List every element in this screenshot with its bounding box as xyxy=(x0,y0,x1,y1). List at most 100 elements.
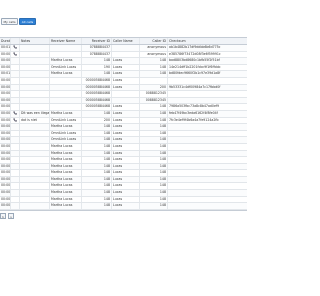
checksum-cell: 9b53331c4df00984a7c17fbbd0f xyxy=(169,84,221,89)
phone-icon xyxy=(13,51,17,56)
receiver-id-cell: 190 xyxy=(82,64,112,71)
table-row[interactable]: 00:01:02 0788884437 anonymousab1b4882b17df… xyxy=(0,45,247,52)
col-caller-name[interactable]: Caller Name xyxy=(112,38,140,44)
notes-cell xyxy=(20,45,50,51)
table-row[interactable]: 00:00:00 000005884468Lucas xyxy=(0,77,247,85)
caller-name-cell: Lucas xyxy=(112,117,140,124)
notes-cell xyxy=(20,163,50,170)
table-row[interactable]: 00:00:17 dat is nietOmniLink Lucas200Luca… xyxy=(0,117,247,125)
caller-name-cell xyxy=(112,45,140,51)
receiver-name-cell: Martha Lucas xyxy=(50,176,82,183)
col-checksum[interactable]: Checksum xyxy=(168,38,247,44)
caller-id-cell: 148 xyxy=(140,117,168,124)
type-cell xyxy=(11,130,20,137)
duration-cell: 00:00:00 xyxy=(1,91,11,97)
page-1-button[interactable]: 1 xyxy=(0,213,6,219)
table-row[interactable]: 00:00:03Martha Lucas148Lucas148 xyxy=(0,157,247,164)
table-row[interactable]: 00:00:00 000005884468 0088812345 xyxy=(0,91,247,98)
table-row[interactable]: 00:00:03Martha Lucas148Lucas148 xyxy=(0,124,247,131)
col-type[interactable] xyxy=(11,38,20,44)
caller-name-cell: Lucas xyxy=(112,77,140,84)
receiver-id-cell: 148 xyxy=(82,71,112,77)
receiver-name-cell xyxy=(50,77,82,84)
type-cell xyxy=(11,143,20,150)
checksum-cell xyxy=(168,183,247,189)
col-caller-id[interactable]: Caller ID xyxy=(140,38,168,44)
table-row[interactable]: 00:00:03OmniLink Lucas148Lucas148 xyxy=(0,137,247,144)
checksum-cell xyxy=(168,151,247,157)
type-cell xyxy=(11,45,20,51)
receiver-id-cell: 000005884468 xyxy=(82,84,112,91)
caller-id-cell: 148 xyxy=(140,196,168,203)
duration-cell: 00:00:03 xyxy=(1,157,11,163)
table-row[interactable]: 00:00:03Martha Lucas148Lucas148 xyxy=(0,196,247,204)
table-row[interactable]: 00:00:00 000005884468Lucas2009b53331c4df0… xyxy=(0,84,247,92)
receiver-name-cell: Martha Lucas xyxy=(50,58,82,64)
table-row[interactable]: 00:00:03Martha Lucas148Lucas148 xyxy=(0,176,247,184)
notes-cell xyxy=(20,51,50,58)
tab-all-calls[interactable]: All calls xyxy=(19,18,36,25)
col-receiver-name[interactable]: Receiver Name xyxy=(50,38,82,44)
type-cell xyxy=(11,77,20,84)
col-receiver-id[interactable]: Receiver ID xyxy=(82,38,112,44)
type-cell xyxy=(11,137,20,143)
receiver-name-cell: Martha Lucas xyxy=(50,196,82,203)
caller-id-cell: 148 xyxy=(140,143,168,150)
receiver-name-cell: Martha Lucas xyxy=(50,163,82,170)
receiver-id-cell: 148 xyxy=(82,209,112,210)
table-row[interactable]: 00:00:00 OmniLink Lucas190Lucas14814e214d… xyxy=(0,64,247,72)
notes-cell: Dit was een illegal xyxy=(21,110,50,117)
checksum-cell xyxy=(168,177,247,183)
receiver-id-cell: 148 xyxy=(82,196,112,203)
caller-id-cell: 148 xyxy=(140,203,168,209)
table-row[interactable]: 00:00:00 000005884468 0088812345 xyxy=(0,97,247,105)
notes-cell xyxy=(20,104,50,110)
table-row[interactable]: 00:00:03Martha Lucas148Lucas148 xyxy=(0,170,247,177)
table-header: Duration Notes Receiver Name Receiver ID… xyxy=(0,38,247,45)
type-cell xyxy=(11,150,20,157)
receiver-id-cell: 148 xyxy=(82,143,112,150)
table-row[interactable]: 00:00:03OmniLink Lucas148Lucas148 xyxy=(0,130,247,138)
type-cell xyxy=(11,196,20,203)
caller-name-cell: Lucas xyxy=(112,157,140,163)
receiver-id-cell: 148 xyxy=(82,190,112,196)
table-row[interactable]: 00:00:03Martha Lucas148Lucas148 xyxy=(0,209,247,210)
col-notes[interactable]: Notes xyxy=(20,38,50,44)
receiver-name-cell xyxy=(50,104,82,110)
notes-cell xyxy=(20,130,50,137)
caller-name-cell: Lucas xyxy=(112,104,140,110)
duration-cell: 00:00:00 xyxy=(1,77,11,84)
next-page-button[interactable]: > xyxy=(8,213,14,219)
table-row[interactable]: 00:00:12 0788884437 anonymouse385786f73472… xyxy=(0,51,247,59)
notes-cell xyxy=(20,137,50,143)
duration-cell: 00:00:03 xyxy=(1,163,11,170)
caller-name-cell: Lucas xyxy=(112,137,140,143)
table-row[interactable]: 00:01:14Martha Lucas148Lucas148bd80fdec9… xyxy=(0,71,247,78)
tab-my-calls[interactable]: My calls xyxy=(1,18,18,25)
notes-cell xyxy=(20,91,50,97)
table-row[interactable]: 00:00:03Martha Lucas148Lucas148 xyxy=(0,203,247,210)
table-row[interactable]: 00:00:04Martha Lucas148Lucas148 xyxy=(0,150,247,158)
table-row[interactable]: 00:00:20Dit was een illegalMartha Lucas1… xyxy=(0,110,247,118)
notes-cell xyxy=(20,176,50,183)
type-cell xyxy=(11,170,20,176)
notes-cell xyxy=(20,150,50,157)
table-row[interactable]: 00:00:00 000005884468Lucas1487986a503fbc7… xyxy=(0,104,247,111)
call-tabs: My calls All calls xyxy=(1,18,36,25)
receiver-id-cell: 000005884468 xyxy=(82,104,112,110)
type-cell xyxy=(11,84,20,91)
caller-id-cell: 148 xyxy=(140,130,168,137)
notes-cell xyxy=(20,124,50,130)
notes-cell xyxy=(20,71,50,77)
table-row[interactable]: 00:00:03Martha Lucas148Lucas148 xyxy=(0,183,247,191)
caller-name-cell xyxy=(112,97,140,104)
table-row[interactable]: 00:00:03Martha Lucas148Lucas148 xyxy=(0,190,247,197)
caller-name-cell: Lucas xyxy=(112,176,140,183)
checksum-cell: ab1b4882b17df9ddbb6b6d775c xyxy=(169,45,221,49)
table-row[interactable]: 00:00:31Martha Lucas148Lucas148bad8803bd… xyxy=(0,58,247,65)
receiver-name-cell xyxy=(50,84,82,91)
col-duration[interactable]: Duration xyxy=(0,38,11,44)
duration-cell: 00:00:03 xyxy=(1,130,11,137)
table-row[interactable]: 00:00:03Martha Lucas148Lucas148 xyxy=(0,143,247,151)
table-row[interactable]: 00:00:03Martha Lucas148Lucas148 xyxy=(0,163,247,171)
